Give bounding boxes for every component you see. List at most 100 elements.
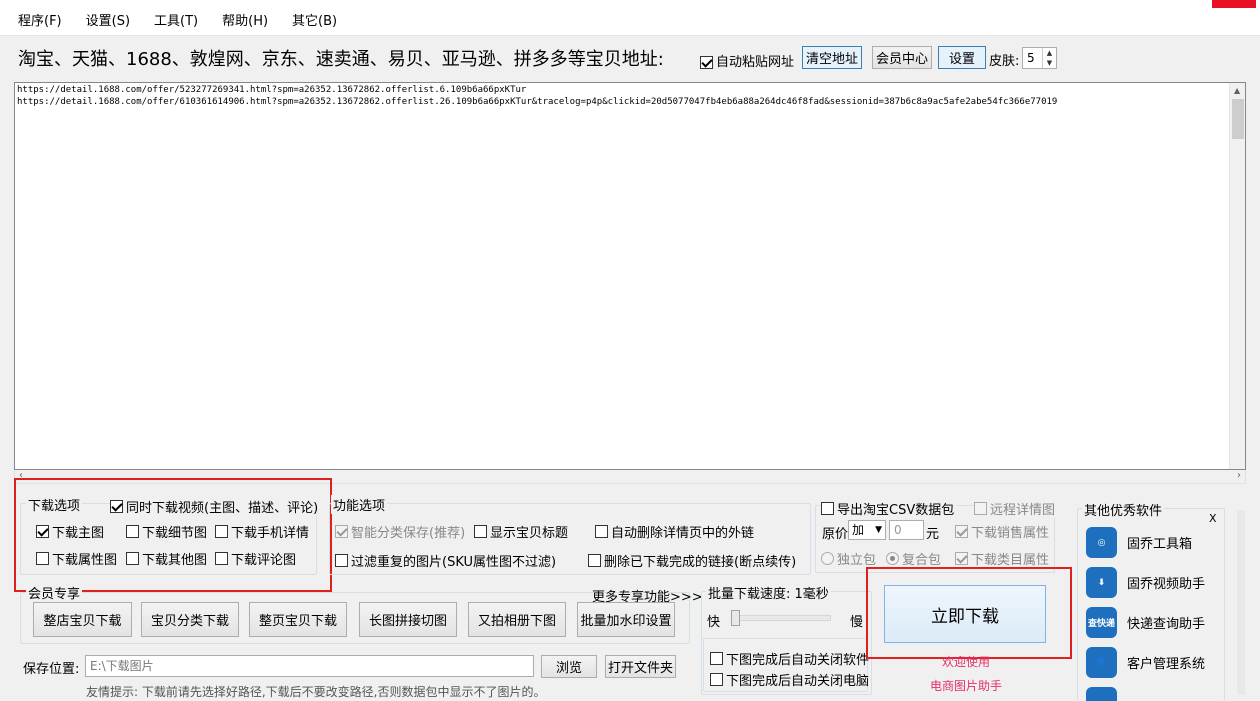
whole-page-download-button[interactable]: 整页宝贝下载 — [249, 602, 347, 637]
partial-app-icon — [1086, 687, 1117, 701]
function-options-title: 功能选项 — [331, 495, 388, 514]
checkbox-box[interactable] — [955, 552, 968, 565]
menu-other[interactable]: 其它(B) — [282, 8, 347, 36]
category-download-button[interactable]: 宝贝分类下载 — [141, 602, 239, 637]
single-pack-radio[interactable]: 独立包 — [821, 549, 876, 568]
batch-watermark-button[interactable]: 批量加水印设置 — [577, 602, 675, 637]
skin-label: 皮肤: — [989, 54, 1020, 69]
welcome-text: 欢迎使用 — [942, 655, 991, 669]
vertical-scrollbar[interactable]: ▲ — [1229, 83, 1245, 469]
sales-attr-checkbox[interactable]: 下载销售属性 — [955, 522, 1049, 541]
app-item-express-query[interactable]: 查快递 快递查询助手 — [1086, 607, 1205, 638]
scroll-up-icon[interactable]: ▲ — [1234, 86, 1240, 95]
speed-slow-label: 慢 — [850, 615, 864, 630]
url-line: https://detail.1688.com/offer/6103616149… — [17, 97, 1058, 107]
menu-program[interactable]: 程序(F) — [8, 8, 72, 36]
upai-album-download-button[interactable]: 又拍相册下图 — [468, 602, 566, 637]
app-item-label: 固乔视频助手 — [1127, 577, 1206, 592]
radio-circle[interactable] — [821, 552, 834, 565]
sales-attr-label: 下载销售属性 — [971, 526, 1050, 541]
remote-detail-checkbox[interactable]: 远程详情图 — [974, 499, 1059, 518]
price-operator-select[interactable]: 加 ▼ — [848, 520, 886, 540]
menu-help[interactable]: 帮助(H) — [212, 8, 278, 36]
app-item-label: 快递查询助手 — [1127, 617, 1206, 632]
auto-paste-label: 自动粘贴网址 — [716, 55, 795, 70]
checkbox-box[interactable] — [335, 525, 348, 538]
chevron-down-icon: ▼ — [875, 525, 882, 535]
single-pack-label: 独立包 — [837, 553, 877, 568]
stepper-arrows-icon[interactable]: ▲ ▼ — [1042, 48, 1056, 68]
skin-value: 5 — [1027, 51, 1035, 65]
close-window-button[interactable] — [1212, 0, 1256, 8]
price-unit: 元 — [926, 527, 940, 542]
menu-settings[interactable]: 设置(S) — [76, 8, 140, 36]
auto-paste-checkbox[interactable]: 自动粘贴网址 — [700, 51, 794, 70]
express-query-icon: 查快递 — [1086, 607, 1117, 638]
checkbox-box[interactable] — [821, 502, 834, 515]
member-center-button[interactable]: 会员中心 — [872, 46, 932, 69]
smart-save-label: 智能分类保存(推荐) — [351, 526, 466, 541]
checkbox-box[interactable] — [335, 554, 348, 567]
member-title: 会员专享 — [26, 583, 83, 602]
highlight-box-options — [14, 478, 332, 592]
smart-save-checkbox[interactable]: 智能分类保存(推荐) — [335, 522, 465, 541]
browse-button[interactable]: 浏览 — [541, 655, 597, 678]
app-item-customer-system[interactable]: 👤 客户管理系统 — [1086, 647, 1205, 678]
radio-circle[interactable] — [886, 552, 899, 565]
save-location-label: 保存位置: — [23, 662, 80, 677]
scroll-right-icon[interactable]: › — [1237, 470, 1241, 481]
checkbox-box[interactable] — [595, 525, 608, 538]
url-line: https://detail.1688.com/offer/5232772693… — [17, 85, 527, 95]
checkbox-box[interactable] — [588, 554, 601, 567]
auto-delete-links-label: 自动删除详情页中的外链 — [611, 526, 755, 541]
price-operator-value: 加 — [852, 523, 865, 537]
auto-close-app-label: 下图完成后自动关闭软件 — [726, 653, 870, 668]
price-label: 原价 — [822, 527, 849, 542]
checkbox-box[interactable] — [700, 56, 713, 69]
open-folder-button[interactable]: 打开文件夹 — [605, 655, 676, 678]
export-csv-checkbox[interactable]: 导出淘宝CSV数据包 — [821, 499, 958, 518]
menu-bar: 程序(F) 设置(S) 工具(T) 帮助(H) 其它(B) — [0, 8, 1260, 36]
show-title-label: 显示宝贝标题 — [490, 526, 569, 541]
save-path-input[interactable]: E:\下载图片 — [85, 655, 534, 677]
video-download-icon: ⬇ — [1086, 567, 1117, 598]
skin-stepper[interactable]: 5 ▲ ▼ — [1022, 47, 1057, 69]
speed-fast-label: 快 — [707, 615, 721, 630]
auto-delete-links-checkbox[interactable]: 自动删除详情页中的外链 — [595, 522, 754, 541]
category-attr-checkbox[interactable]: 下载类目属性 — [955, 549, 1049, 568]
price-value-input[interactable]: 0 — [889, 520, 924, 540]
clear-address-button[interactable]: 清空地址 — [802, 46, 862, 69]
app-item-video-helper[interactable]: ⬇ 固乔视频助手 — [1086, 567, 1205, 598]
long-image-splice-button[interactable]: 长图拼接切图 — [359, 602, 457, 637]
speed-slider-track[interactable] — [735, 615, 831, 621]
checkbox-box[interactable] — [710, 652, 723, 665]
delete-done-links-checkbox[interactable]: 删除已下载完成的链接(断点续传) — [588, 551, 796, 570]
address-label: 淘宝、天猫、1688、敦煌网、京东、速卖通、易贝、亚马逊、拼多多等宝贝地址: — [18, 49, 664, 70]
category-attr-label: 下载类目属性 — [971, 553, 1050, 568]
checkbox-box[interactable] — [474, 525, 487, 538]
app-item-label: 客户管理系统 — [1127, 657, 1206, 672]
app-item-toolbox[interactable]: ◎ 固乔工具箱 — [1086, 527, 1192, 558]
auto-shutdown-checkbox[interactable]: 下图完成后自动关闭电脑 — [710, 670, 869, 689]
scroll-thumb[interactable] — [1232, 99, 1244, 139]
app-item-label: 固乔工具箱 — [1127, 537, 1193, 552]
app-name-text: 电商图片助手 — [930, 679, 1003, 693]
filter-duplicate-checkbox[interactable]: 过滤重复的图片(SKU属性图不过滤) — [335, 551, 556, 570]
checkbox-box[interactable] — [955, 525, 968, 538]
settings-button[interactable]: 设置 — [938, 46, 986, 69]
export-csv-label: 导出淘宝CSV数据包 — [837, 503, 955, 518]
remote-detail-label: 远程详情图 — [990, 503, 1056, 518]
panel-scrollbar[interactable] — [1237, 510, 1245, 695]
speed-slider-thumb[interactable] — [731, 610, 740, 626]
url-input-area[interactable]: https://detail.1688.com/offer/5232772693… — [14, 82, 1246, 470]
checkbox-box[interactable] — [710, 673, 723, 686]
show-title-checkbox[interactable]: 显示宝贝标题 — [474, 522, 568, 541]
whole-shop-download-button[interactable]: 整店宝贝下载 — [33, 602, 132, 637]
checkbox-box[interactable] — [974, 502, 987, 515]
close-panel-icon[interactable]: X — [1209, 512, 1217, 525]
auto-close-app-checkbox[interactable]: 下图完成后自动关闭软件 — [710, 649, 869, 668]
menu-tools[interactable]: 工具(T) — [144, 8, 208, 36]
highlight-box-download — [866, 567, 1072, 659]
combined-pack-radio[interactable]: 复合包 — [886, 549, 941, 568]
price-value: 0 — [894, 523, 902, 537]
